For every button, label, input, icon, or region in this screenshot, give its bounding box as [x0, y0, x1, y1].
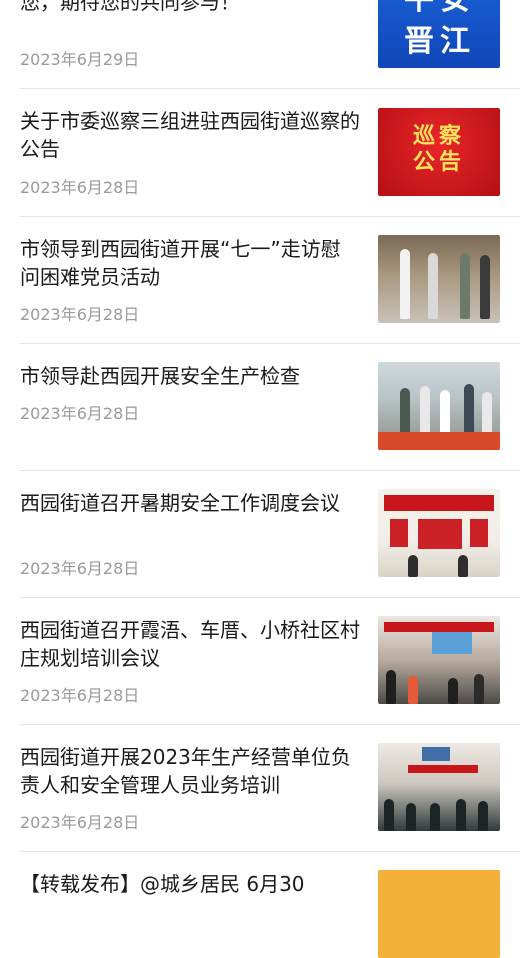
news-thumbnail[interactable]: 平安 晋江	[378, 0, 500, 68]
news-thumbnail[interactable]	[378, 870, 500, 958]
person-shape	[384, 799, 394, 831]
person-shape	[456, 799, 466, 831]
person-shape	[428, 253, 438, 319]
news-title[interactable]: 【平安建设】平安晋江 “治” 指 您，期待您的共同参与！	[20, 0, 360, 16]
person-shape	[408, 555, 418, 577]
meeting-banner	[384, 622, 494, 632]
person-shape	[474, 674, 484, 704]
news-item[interactable]: 市领导到西园街道开展“七一”走访慰问困难党员活动 2023年6月28日	[0, 217, 520, 343]
person-shape	[458, 555, 468, 577]
news-title[interactable]: 西园街道开展2023年生产经营单位负责人和安全管理人员业务培训	[20, 743, 360, 799]
person-shape	[430, 803, 440, 831]
person-shape	[448, 678, 458, 704]
wall-board	[418, 519, 462, 549]
news-title[interactable]: 西园街道召开霞浯、车厝、小桥社区村庄规划培训会议	[20, 616, 360, 672]
thumbnail-text: 晋江	[404, 24, 476, 59]
news-item[interactable]: 西园街道开展2023年生产经营单位负责人和安全管理人员业务培训 2023年6月2…	[0, 725, 520, 851]
news-date: 2023年6月28日	[20, 813, 140, 832]
news-thumbnail[interactable]	[378, 235, 500, 323]
person-shape	[408, 676, 418, 704]
news-date: 2023年6月28日	[20, 404, 140, 423]
meeting-banner	[384, 495, 494, 511]
thumbnail-text: 巡察	[412, 124, 465, 149]
person-shape	[480, 255, 490, 319]
news-date: 2023年6月28日	[20, 178, 140, 197]
person-shape	[386, 670, 396, 704]
news-title[interactable]: 市领导到西园街道开展“七一”走访慰问困难党员活动	[20, 235, 360, 291]
news-item[interactable]: 【平安建设】平安晋江 “治” 指 您，期待您的共同参与！ 2023年6月29日 …	[0, 0, 520, 88]
projector-screen	[432, 632, 472, 654]
person-shape	[460, 253, 470, 319]
news-item[interactable]: 西园街道召开霞浯、车厝、小桥社区村庄规划培训会议 2023年6月28日	[0, 598, 520, 724]
news-title[interactable]: 关于市委巡察三组进驻西园街道巡察的公告	[20, 107, 360, 163]
news-title[interactable]: 西园街道召开暑期安全工作调度会议	[20, 489, 360, 517]
news-thumbnail[interactable]	[378, 616, 500, 704]
news-item[interactable]: 西园街道召开暑期安全工作调度会议 2023年6月28日	[0, 471, 520, 597]
wall-board	[470, 519, 488, 547]
news-date: 2023年6月28日	[20, 686, 140, 705]
news-item[interactable]: 关于市委巡察三组进驻西园街道巡察的公告 2023年6月28日 巡察 公告	[0, 89, 520, 216]
news-thumbnail[interactable]	[378, 489, 500, 577]
wall-banner	[408, 765, 478, 773]
gas-cylinders	[378, 432, 500, 450]
news-item[interactable]: 市领导赴西园开展安全生产检查 2023年6月28日	[0, 344, 520, 470]
projector-screen	[422, 747, 450, 761]
wall-board	[390, 519, 408, 547]
news-thumbnail[interactable]: 巡察 公告	[378, 108, 500, 196]
news-title[interactable]: 【转载发布】@城乡居民 6月30	[20, 870, 360, 898]
news-item[interactable]: 【转载发布】@城乡居民 6月30	[0, 852, 520, 958]
news-thumbnail[interactable]	[378, 743, 500, 831]
news-title[interactable]: 市领导赴西园开展安全生产检查	[20, 362, 360, 390]
news-date: 2023年6月28日	[20, 305, 140, 324]
person-shape	[406, 803, 416, 831]
news-date: 2023年6月28日	[20, 559, 140, 578]
person-shape	[478, 801, 488, 831]
thumbnail-text: 公告	[412, 150, 465, 175]
person-shape	[400, 249, 410, 319]
news-date: 2023年6月29日	[20, 50, 140, 69]
news-thumbnail[interactable]	[378, 362, 500, 450]
